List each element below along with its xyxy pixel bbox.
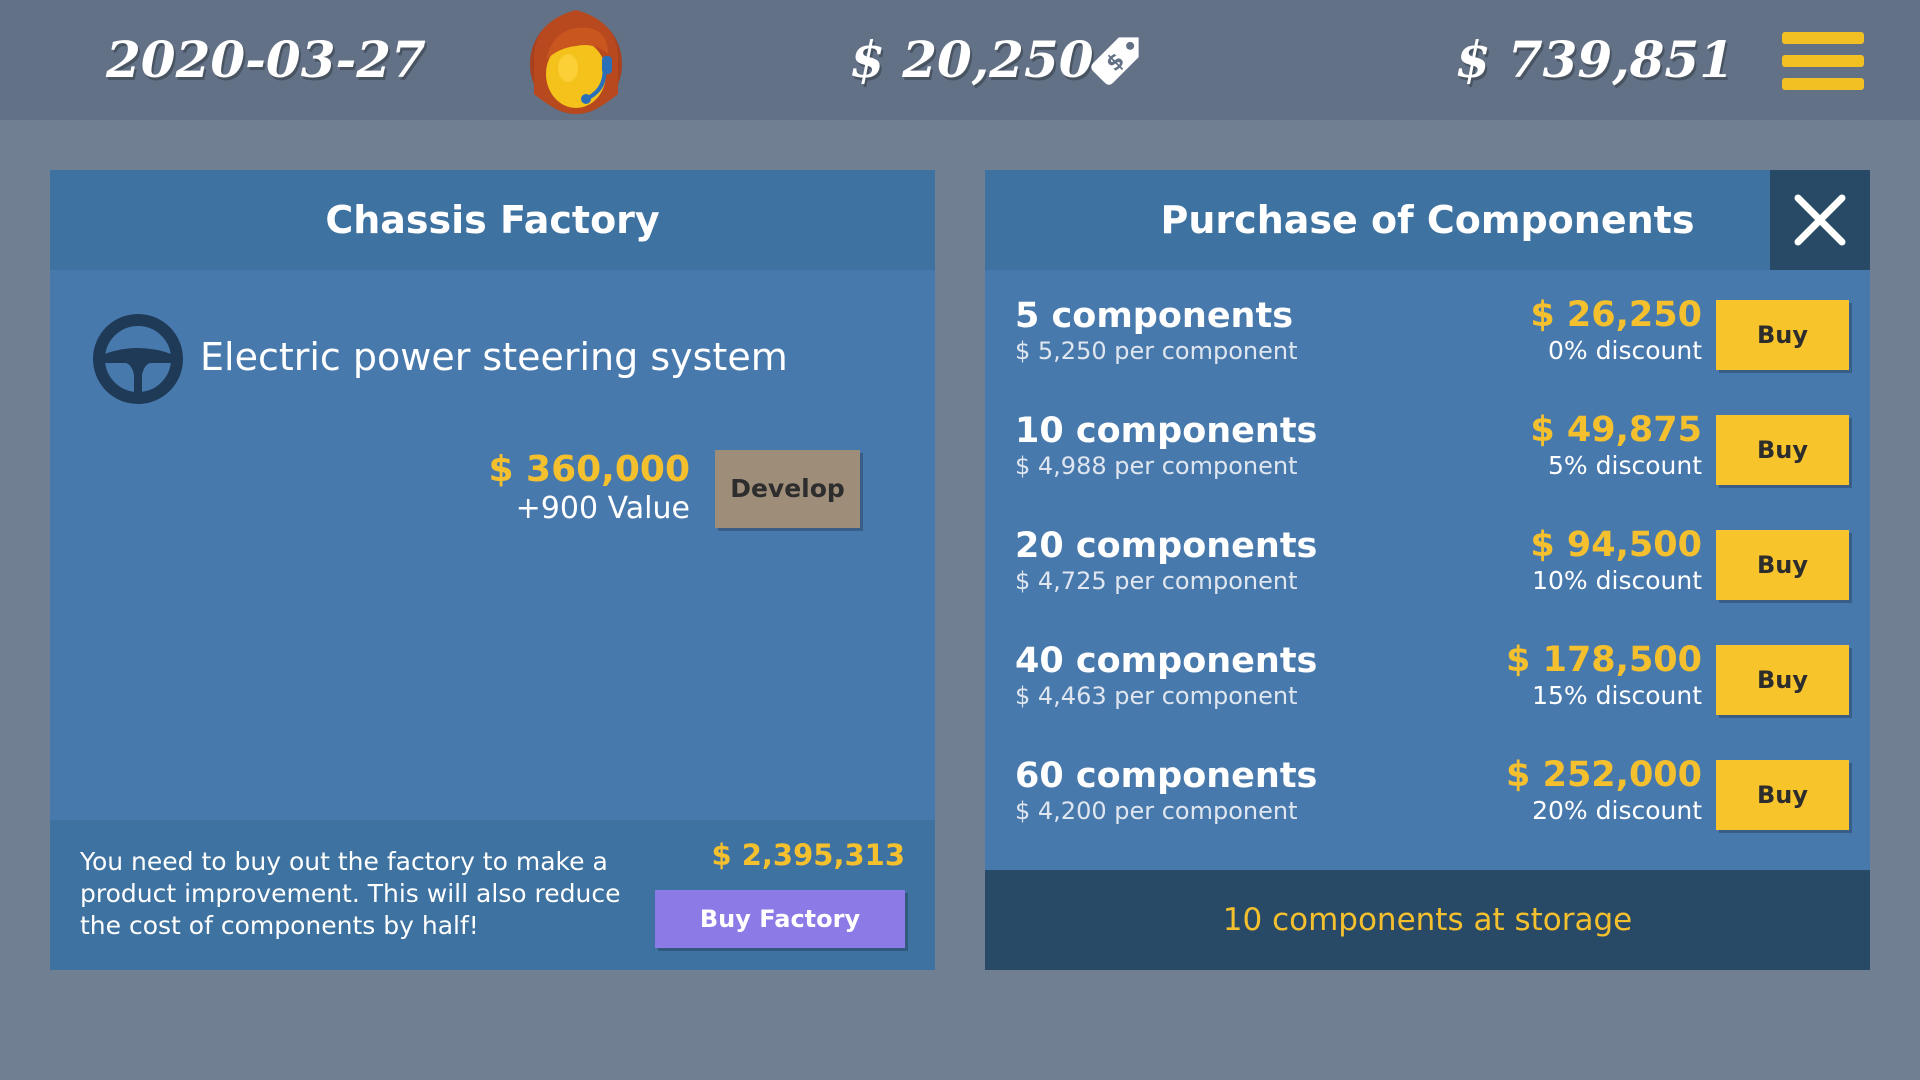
purchase-option: 60 components $ 4,200 per component $ 25… — [985, 730, 1870, 845]
storage-status: 10 components at storage — [985, 870, 1870, 970]
option-discount: 0% discount — [1548, 336, 1702, 365]
option-discount: 20% discount — [1532, 796, 1702, 825]
option-quantity: 20 components — [1015, 526, 1318, 566]
hamburger-menu-icon[interactable] — [1782, 32, 1864, 90]
price-tag-icon[interactable]: $ — [1078, 22, 1154, 98]
menu-line — [1782, 55, 1864, 67]
buy-factory-button[interactable]: Buy Factory — [655, 890, 905, 948]
menu-line — [1782, 32, 1864, 44]
purchase-panel-title-text: Purchase of Components — [1160, 198, 1695, 242]
balance-amount: $ 739,851 — [1455, 30, 1734, 89]
buy-button[interactable]: Buy — [1716, 645, 1849, 715]
option-unit-price: $ 4,988 per component — [1015, 452, 1298, 480]
close-icon — [1794, 194, 1846, 246]
assistant-avatar-icon[interactable] — [524, 2, 628, 118]
buy-button[interactable]: Buy — [1716, 760, 1849, 830]
buy-button[interactable]: Buy — [1716, 300, 1849, 370]
buy-button[interactable]: Buy — [1716, 415, 1849, 485]
option-total-price: $ 26,250 — [1530, 295, 1702, 335]
factory-price: $ 2,395,313 — [711, 838, 905, 872]
option-discount: 15% discount — [1532, 681, 1702, 710]
close-button[interactable] — [1770, 170, 1870, 270]
option-quantity: 5 components — [1015, 296, 1294, 336]
improvement-price: $ 360,000 — [488, 449, 690, 490]
purchase-options-list: 5 components $ 5,250 per component $ 26,… — [985, 270, 1870, 845]
steering-wheel-icon — [92, 313, 184, 405]
improvement-name: Electric power steering system — [200, 335, 788, 379]
purchase-panel-title: Purchase of Components — [985, 170, 1870, 270]
purchase-option: 40 components $ 4,463 per component $ 17… — [985, 615, 1870, 730]
buy-button[interactable]: Buy — [1716, 530, 1849, 600]
option-unit-price: $ 4,463 per component — [1015, 682, 1298, 710]
purchase-panel: Purchase of Components 5 components $ 5,… — [985, 170, 1870, 970]
option-unit-price: $ 4,200 per component — [1015, 797, 1298, 825]
option-total-price: $ 252,000 — [1506, 755, 1702, 795]
option-total-price: $ 49,875 — [1530, 410, 1702, 450]
purchase-option: 10 components $ 4,988 per component $ 49… — [985, 385, 1870, 500]
purchase-option: 20 components $ 4,725 per component $ 94… — [985, 500, 1870, 615]
factory-panel-title: Chassis Factory — [50, 170, 935, 270]
factory-footer: You need to buy out the factory to make … — [50, 820, 935, 970]
top-bar: 2020-03-27 $ 20,250 $ $ 739,851 — [0, 0, 1920, 120]
option-discount: 10% discount — [1532, 566, 1702, 595]
option-quantity: 40 components — [1015, 641, 1318, 681]
purchase-option: 5 components $ 5,250 per component $ 26,… — [985, 270, 1870, 385]
option-total-price: $ 178,500 — [1506, 640, 1702, 680]
option-discount: 5% discount — [1548, 451, 1702, 480]
option-unit-price: $ 4,725 per component — [1015, 567, 1298, 595]
option-unit-price: $ 5,250 per component — [1015, 337, 1298, 365]
option-total-price: $ 94,500 — [1530, 525, 1702, 565]
game-date: 2020-03-27 — [106, 30, 426, 89]
option-quantity: 60 components — [1015, 756, 1318, 796]
improvement-value: +900 Value — [515, 491, 690, 526]
option-quantity: 10 components — [1015, 411, 1318, 451]
factory-panel: Chassis Factory Electric power steering … — [50, 170, 935, 970]
develop-button[interactable]: Develop — [715, 450, 860, 528]
weekly-amount: $ 20,250 — [850, 30, 1094, 89]
buyout-notice: You need to buy out the factory to make … — [80, 847, 621, 940]
menu-line — [1782, 78, 1864, 90]
